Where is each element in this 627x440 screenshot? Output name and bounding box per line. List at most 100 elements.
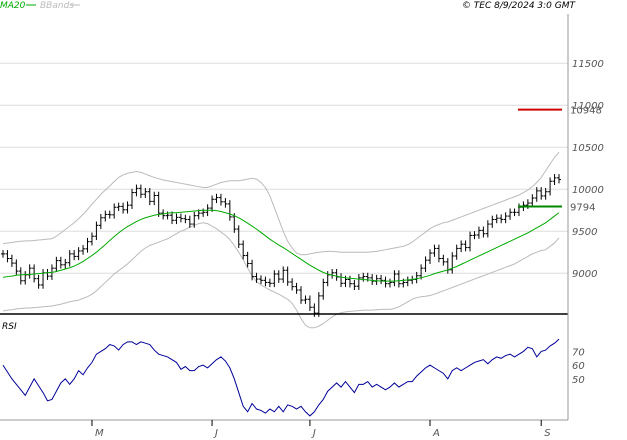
price-levels: 109489794 [518,106,602,214]
price-bar-17 [76,247,81,261]
price-bar-40 [178,213,183,223]
price-bar-28 [125,201,130,214]
price-bar-113 [503,212,508,224]
x-tick-label-2: J [311,428,316,439]
price-bar-79 [352,279,357,290]
price-bar-59 [263,276,268,287]
bollinger-bands [2,151,560,329]
x-tick-label-0: M [95,428,104,439]
price-bar-100 [445,258,450,274]
price-bar-10 [45,269,50,280]
price-bar-18 [81,245,86,255]
rsi-tick-label-2: 70 [572,347,585,358]
price-bar-122 [543,187,548,200]
price-bar-66 [294,282,299,294]
price-bar-68 [303,295,308,304]
price-bar-107 [476,226,481,239]
price-bar-70 [312,303,317,317]
price-bar-125 [557,174,561,184]
price-bar-47 [210,195,215,212]
price-bar-13 [58,256,63,269]
price-bar-60 [267,278,272,288]
price-bar-0 [1,250,5,258]
price-tick-label-3: 10500 [572,143,604,154]
price-tick-label-5: 11500 [572,59,604,70]
price-bar-86 [383,276,388,288]
price-bar-84 [374,274,379,285]
price-tick-label-4: 11000 [572,101,604,112]
price-bar-104 [463,240,468,252]
price-tick-label-2: 10000 [572,185,604,196]
price-bar-31 [138,184,143,199]
price-bar-39 [174,213,179,225]
price-bar-8 [36,274,41,289]
price-bar-109 [485,220,490,238]
price-bar-124 [552,174,557,185]
price-bar-115 [512,208,517,217]
price-bar-71 [316,292,321,317]
bb-upper-line [2,151,560,256]
bb-lower-line [2,222,560,329]
price-bar-48 [214,193,219,204]
price-bar-74 [330,269,335,279]
price-bar-67 [299,286,304,304]
axes: 9000 9500 10000 10500 11000 11500 50 60 70 M J J A S [0,14,604,439]
x-tick-label-3: A [432,428,440,439]
price-bar-53 [236,225,241,248]
price-bar-88 [392,270,397,287]
price-bar-50 [223,198,228,208]
price-tick-label-0: 9000 [572,269,597,280]
price-bar-30 [134,184,139,197]
price-bar-64 [285,266,290,286]
price-bar-98 [436,244,441,263]
rsi-line-group [2,338,560,417]
price-bar-3 [14,259,19,275]
price-bar-114 [508,208,513,220]
legend: MA20 BBands [0,1,80,11]
legend-ma20: MA20 [0,1,26,11]
price-tick-label-1: 9500 [572,227,597,238]
price-bar-96 [428,249,433,264]
price-bar-103 [459,240,464,253]
price-bar-75 [334,269,339,281]
price-bar-12 [54,256,59,272]
price-bar-119 [530,194,535,207]
price-bar-76 [339,273,344,288]
rsi-panel-label: RSI [2,322,17,332]
price-bar-34 [152,191,157,206]
price-bar-116 [516,203,521,217]
price-bar-112 [499,214,504,224]
price-bar-95 [423,256,428,272]
price-bar-27 [121,202,126,214]
price-bar-78 [347,275,352,288]
price-bar-99 [441,254,446,266]
price-bar-123 [548,177,553,196]
price-bar-6 [27,264,32,279]
price-bar-35 [156,191,161,217]
price-bar-65 [290,278,295,291]
timestamp-stamp: © TEC 8/9/2024 3:0 GMT [462,1,577,11]
price-bar-49 [218,193,223,206]
price-bar-15 [67,250,72,267]
price-bar-101 [450,252,455,274]
price-bar-97 [432,244,437,257]
price-bar-9 [41,269,46,289]
price-bar-91 [405,276,410,287]
ma20-line [2,209,560,282]
price-bar-29 [129,188,134,209]
x-tick-label-4: S [544,428,551,439]
price-bar-102 [454,244,459,260]
price-bar-69 [307,295,312,311]
price-bar-33 [147,187,152,206]
price-bar-14 [63,258,68,269]
price-bar-25 [112,203,117,219]
price-bar-20 [89,232,94,246]
x-tick-label-1: J [213,428,218,439]
price-bar-16 [72,250,77,261]
chart: 109489794 9000 9500 10000 10500 11000 11500 50… [0,1,604,439]
price-bar-106 [472,231,477,240]
price-grid [0,62,568,274]
price-bar-4 [18,267,23,285]
price-bar-105 [468,231,473,252]
legend-bbands: BBands [40,1,74,11]
